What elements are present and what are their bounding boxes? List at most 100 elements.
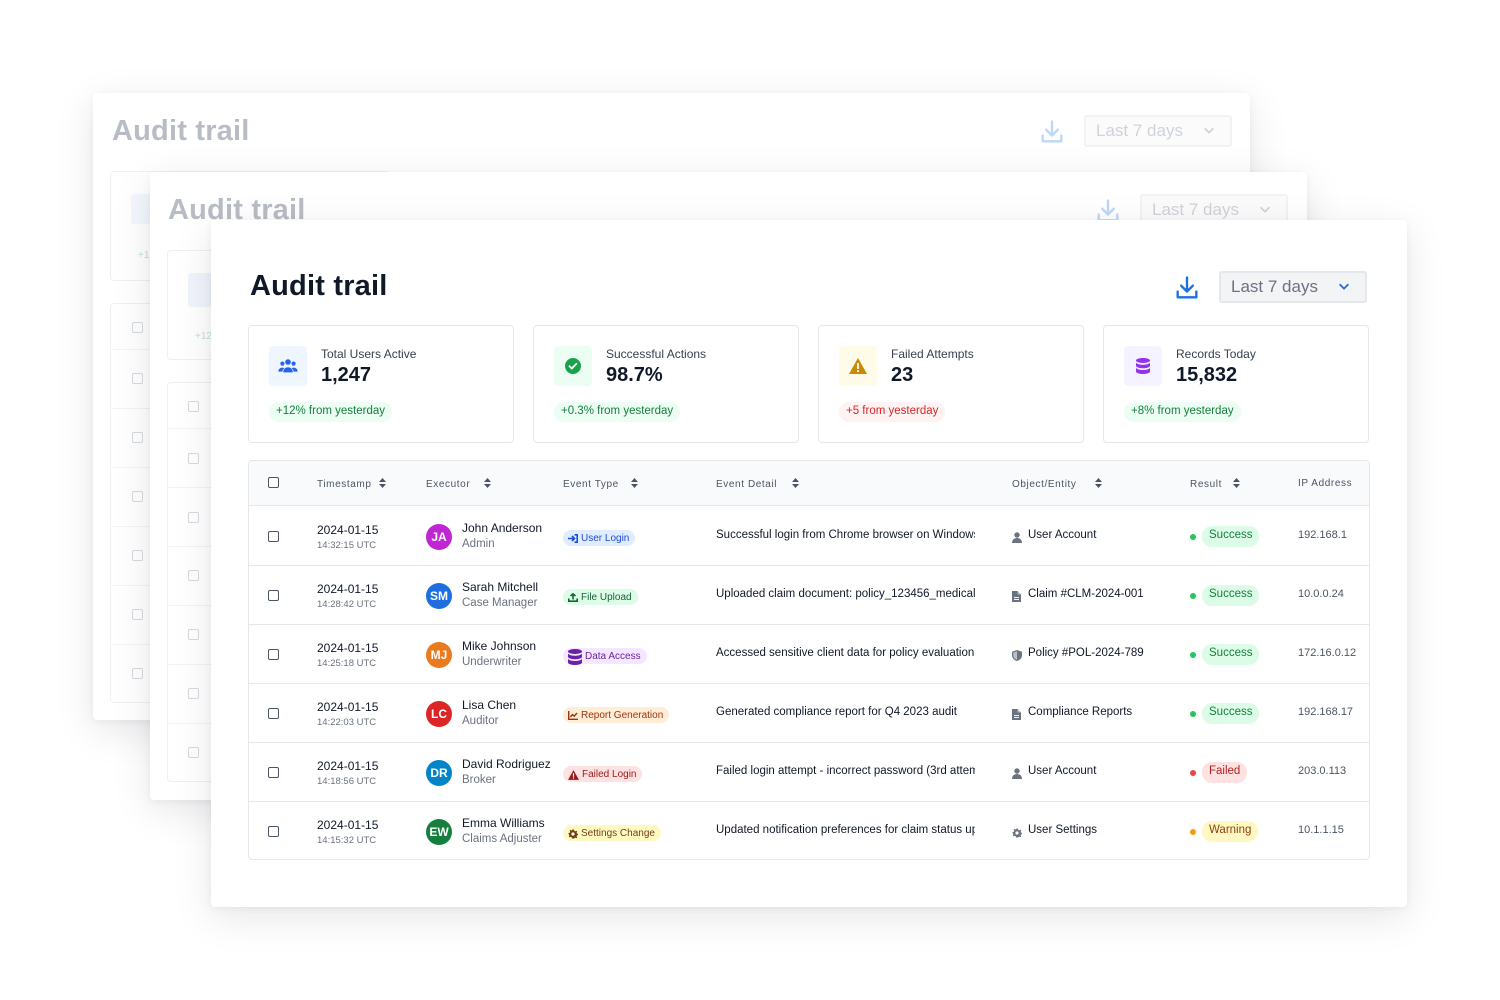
executor-role: Broker xyxy=(462,774,496,786)
result-badge: Success xyxy=(1202,644,1260,665)
column-header-executor[interactable]: Executor xyxy=(426,478,492,490)
column-header-object-entity[interactable]: Object/Entity xyxy=(1012,478,1102,490)
object-entity: Claim #CLM-2024-001 xyxy=(1028,588,1144,600)
file-icon xyxy=(1012,589,1024,602)
event-type-badge: Settings Change xyxy=(563,825,661,841)
event-type-label: Data Access xyxy=(585,651,641,662)
event-detail: Generated compliance report for Q4 2023 … xyxy=(716,706,958,718)
stat-label: Records Today xyxy=(1176,347,1256,361)
timestamp-time: 14:18:56 UTC xyxy=(317,776,377,787)
event-type-badge: Failed Login xyxy=(563,766,643,782)
user-icon xyxy=(1012,530,1024,543)
column-header-ip-address: IP Address xyxy=(1298,478,1353,489)
gear-icon xyxy=(1012,825,1024,838)
ghost-checkbox xyxy=(188,688,199,699)
ghost-delta: +12 xyxy=(195,331,212,342)
ghost-checkbox xyxy=(132,550,143,561)
executor-role: Claims Adjuster xyxy=(462,833,542,845)
timestamp-date: 2024-01-15 xyxy=(317,818,379,832)
executor-name: David Rodriguez xyxy=(462,757,551,771)
ip-address: 172.16.0.12 xyxy=(1298,647,1357,659)
download-icon[interactable] xyxy=(1173,274,1201,302)
ghost-checkbox xyxy=(188,453,199,464)
stat-label: Failed Attempts xyxy=(891,347,974,361)
select-all-checkbox[interactable] xyxy=(268,477,279,488)
event-type-label: User Login xyxy=(581,533,630,544)
object-entity: User Account xyxy=(1028,529,1097,541)
row-checkbox[interactable] xyxy=(268,531,279,542)
row-checkbox[interactable] xyxy=(268,649,279,660)
event-detail: Successful login from Chrome browser on … xyxy=(716,529,975,541)
sort-icon xyxy=(379,478,387,488)
result-status-dot xyxy=(1190,711,1196,717)
table-row[interactable]: 2024-01-15 14:18:56 UTC DR David Rodrigu… xyxy=(249,743,1369,802)
avatar: LC xyxy=(426,701,452,727)
timestamp-time: 14:32:15 UTC xyxy=(317,540,377,551)
event-type-label: Failed Login xyxy=(582,769,637,780)
executor-role: Case Manager xyxy=(462,597,538,609)
executor-role: Auditor xyxy=(462,715,499,727)
table-row[interactable]: 2024-01-15 14:25:18 UTC MJ Mike Johnson … xyxy=(249,625,1369,684)
result-badge: Warning xyxy=(1202,821,1259,842)
row-checkbox[interactable] xyxy=(268,826,279,837)
table-row[interactable]: 2024-01-15 14:15:32 UTC EW Emma Williams… xyxy=(249,802,1369,859)
audit-trail-panel: Audit trail Last 7 days Total Users Acti… xyxy=(211,220,1407,907)
event-type-label: Report Generation xyxy=(581,710,664,721)
row-checkbox[interactable] xyxy=(268,590,279,601)
object-entity: User Account xyxy=(1028,765,1097,777)
chart-icon xyxy=(568,711,578,720)
download-icon xyxy=(1041,120,1063,143)
table-row[interactable]: 2024-01-15 14:32:15 UTC JA John Anderson… xyxy=(249,507,1369,566)
table-row[interactable]: 2024-01-15 14:22:03 UTC LC Lisa Chen Aud… xyxy=(249,684,1369,743)
gear-icon xyxy=(568,829,578,839)
ghost-checkbox xyxy=(132,609,143,620)
table-row[interactable]: 2024-01-15 14:28:42 UTC SM Sarah Mitchel… xyxy=(249,566,1369,625)
check-circle-icon xyxy=(554,346,592,386)
avatar: SM xyxy=(426,583,452,609)
database-icon xyxy=(1124,346,1162,386)
event-type-badge: User Login xyxy=(563,530,636,546)
event-type-badge: Data Access xyxy=(563,648,647,665)
stat-value: 1,247 xyxy=(321,364,372,386)
stat-delta-badge: +0.3% from yesterday xyxy=(554,402,681,422)
event-detail: Accessed sensitive client data for polic… xyxy=(716,647,975,659)
column-header-event-detail[interactable]: Event Detail xyxy=(716,478,800,490)
column-header-timestamp[interactable]: Timestamp xyxy=(317,478,387,490)
timestamp-date: 2024-01-15 xyxy=(317,700,379,714)
ghost-checkbox xyxy=(132,668,143,679)
page-title: Audit trail xyxy=(250,270,388,302)
ghost-checkbox xyxy=(188,401,199,412)
ip-address: 192.168.17 xyxy=(1298,706,1354,718)
row-checkbox[interactable] xyxy=(268,708,279,719)
stat-value: 15,832 xyxy=(1176,364,1238,386)
ip-address: 192.168.1 xyxy=(1298,529,1347,541)
chevron-down-icon xyxy=(1260,206,1270,213)
ip-address: 10.0.0.24 xyxy=(1298,588,1344,600)
warning-icon xyxy=(839,346,877,386)
column-header-result[interactable]: Result xyxy=(1190,478,1240,490)
ghost-checkbox xyxy=(132,322,143,333)
row-checkbox[interactable] xyxy=(268,767,279,778)
stat-value: 98.7% xyxy=(606,364,663,386)
stat-card: Records Today 15,832 +8% from yesterday xyxy=(1103,325,1369,443)
date-range-select[interactable]: Last 7 days xyxy=(1219,271,1367,303)
object-entity: Compliance Reports xyxy=(1028,706,1133,718)
ghost-checkbox xyxy=(132,432,143,443)
result-status-dot xyxy=(1190,534,1196,540)
stat-delta-badge: +5 from yesterday xyxy=(839,402,946,422)
executor-name: Mike Johnson xyxy=(462,639,537,653)
column-header-event-type[interactable]: Event Type xyxy=(563,478,638,490)
result-badge: Failed xyxy=(1202,762,1248,783)
avatar: MJ xyxy=(426,642,452,668)
event-type-badge: Report Generation xyxy=(563,707,670,723)
event-detail: Uploaded claim document: policy_123456_m… xyxy=(716,588,975,600)
ghost-checkbox xyxy=(188,747,199,758)
executor-name: John Anderson xyxy=(462,521,543,535)
timestamp-date: 2024-01-15 xyxy=(317,582,379,596)
page-title: Audit trail xyxy=(112,115,250,147)
upload-icon xyxy=(568,593,578,602)
timestamp-date: 2024-01-15 xyxy=(317,641,379,655)
chevron-down-icon xyxy=(1204,127,1214,134)
result-status-dot xyxy=(1190,770,1196,776)
timestamp-time: 14:15:32 UTC xyxy=(317,835,377,846)
